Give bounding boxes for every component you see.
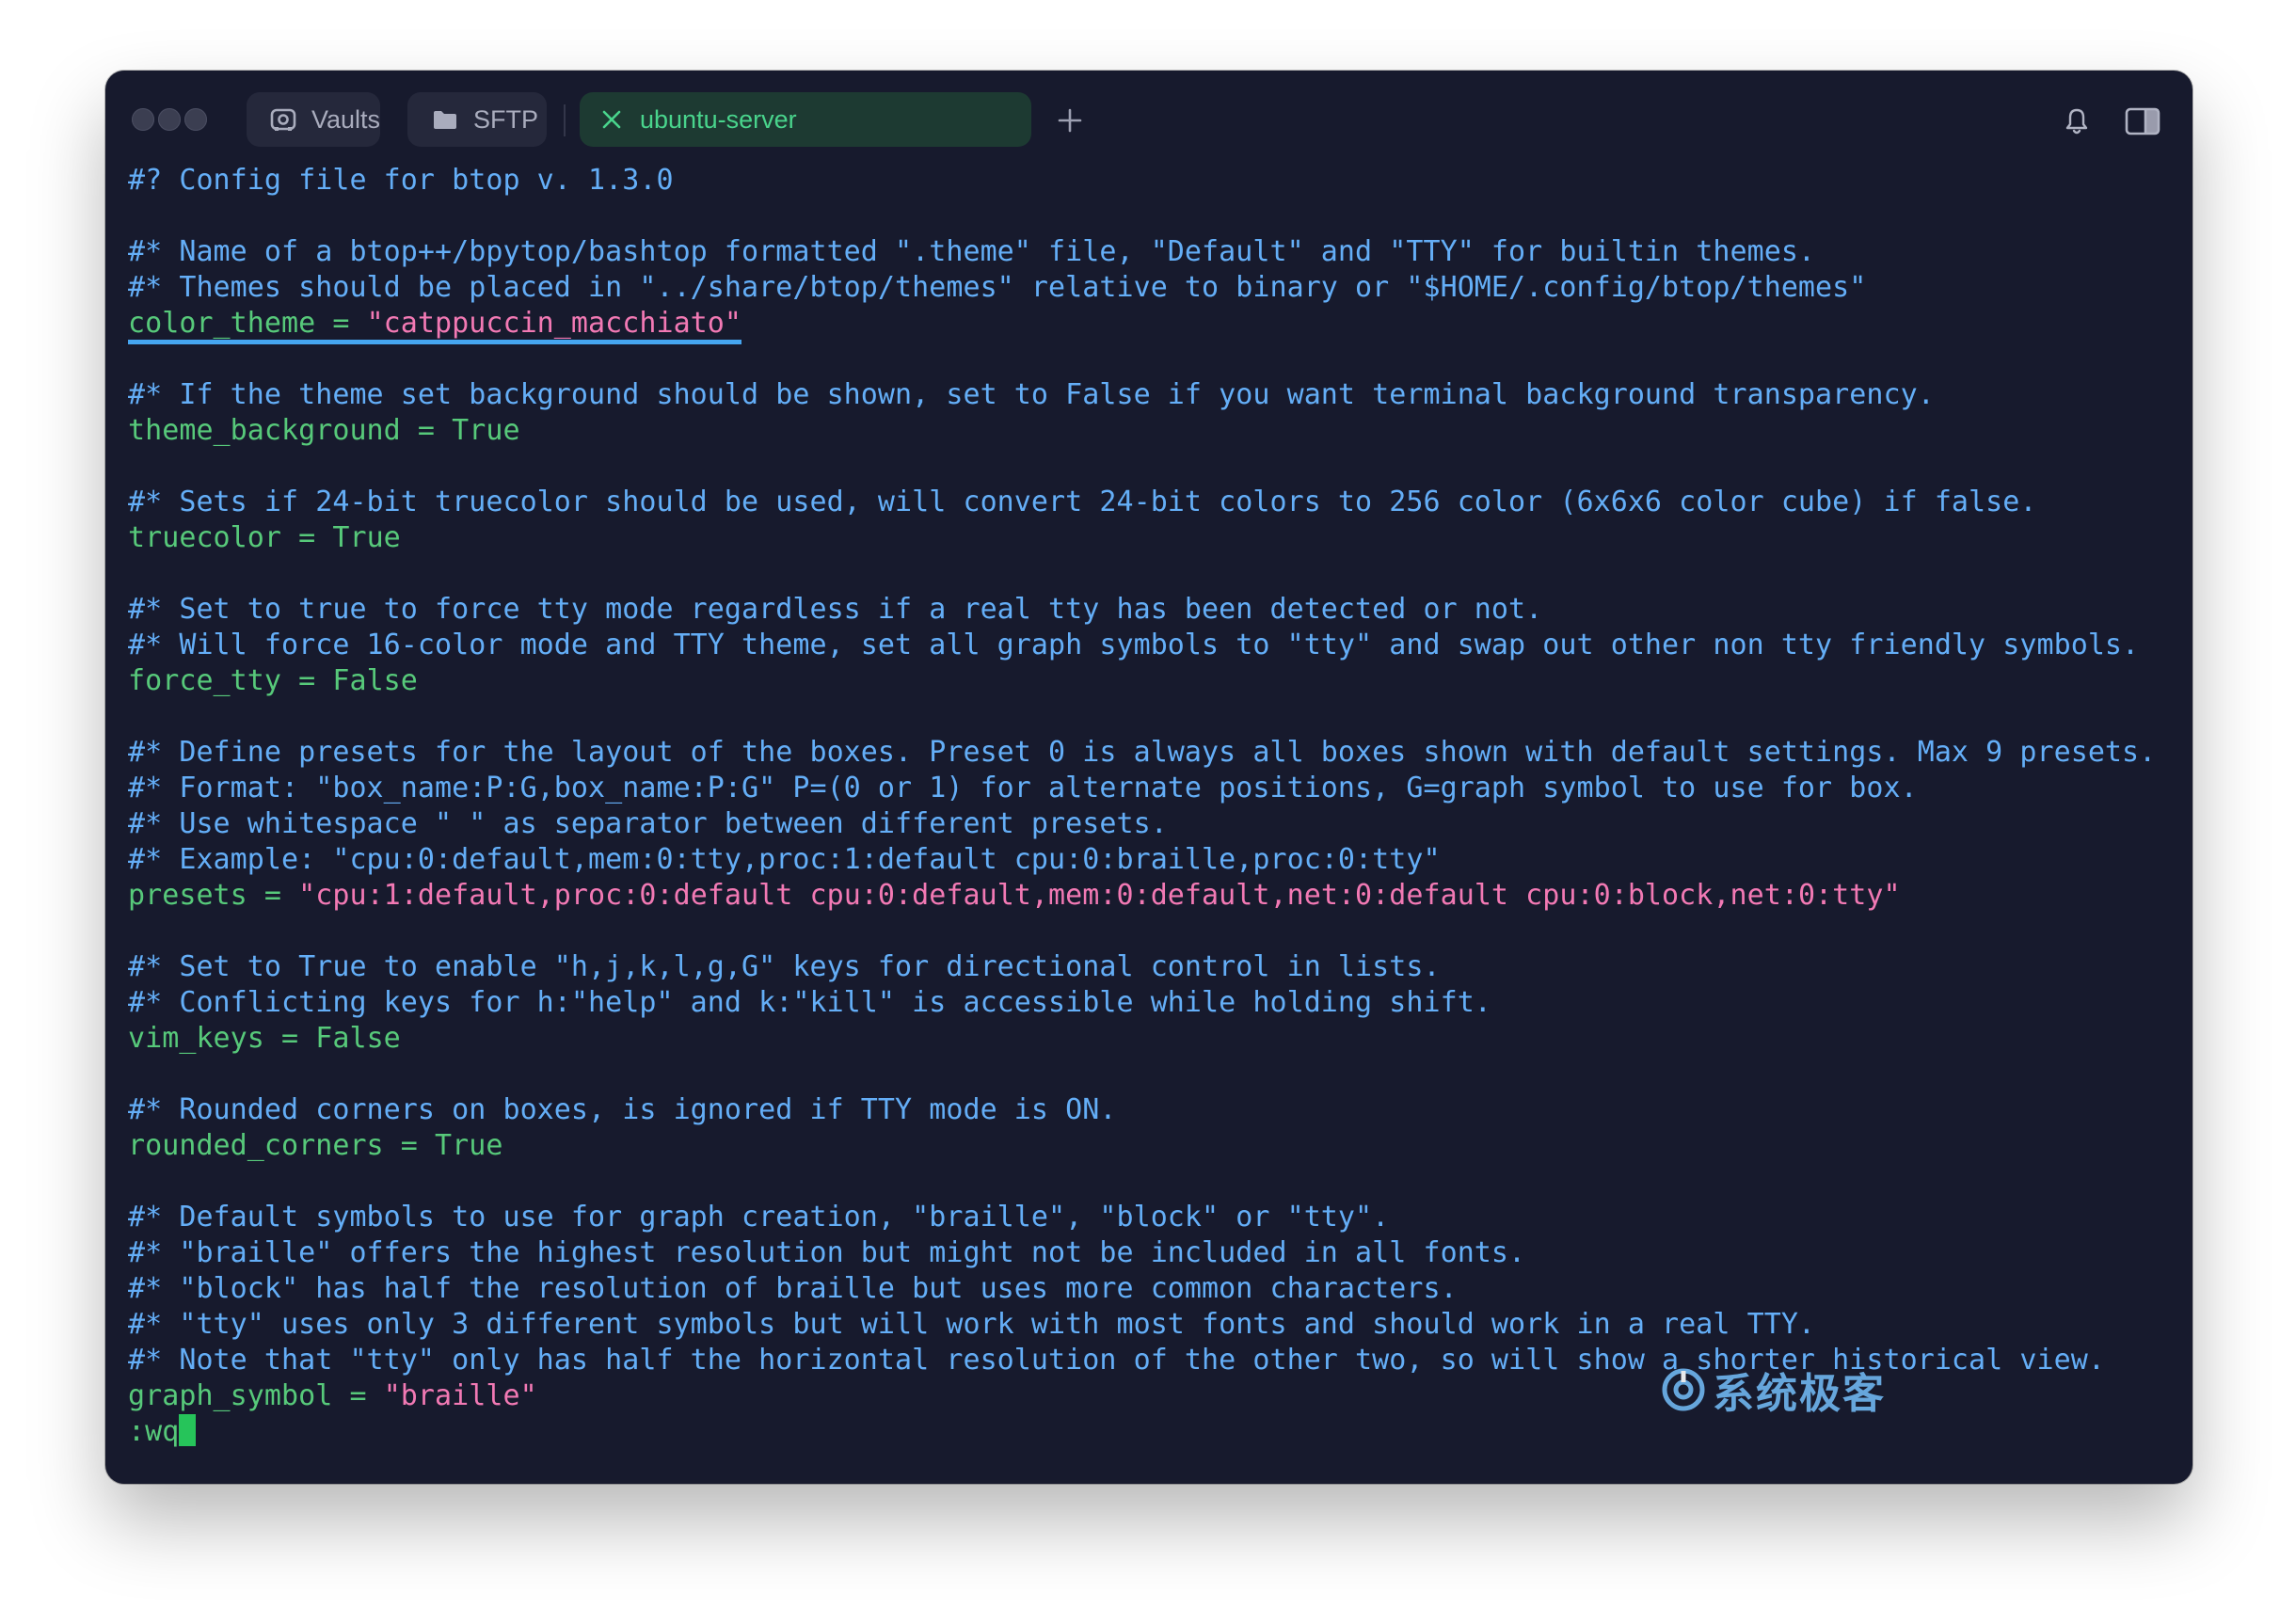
comment-line: #* Set to True to enable "h,j,k,l,g,G" k…	[128, 950, 1441, 983]
notifications-button[interactable]	[2060, 103, 2094, 140]
setting-value: True	[435, 1129, 503, 1162]
comment-line: #* Default symbols to use for graph crea…	[128, 1201, 1390, 1234]
sidebar-toggle-button[interactable]	[2124, 103, 2161, 140]
titlebar: Vaults SFTP ubuntu-server	[105, 71, 2192, 170]
setting-value: "cpu:1:default,proc:0:default cpu:0:defa…	[298, 879, 1901, 912]
setting-line: color_theme = "catppuccin_macchiato"	[128, 306, 2183, 344]
sidebar-toggle-icon	[2125, 107, 2160, 135]
watermark: 系统极客	[1660, 1360, 1886, 1420]
minimize-window-button[interactable]	[158, 108, 181, 131]
watermark-text: 系统极客	[1713, 1370, 1886, 1418]
tab-sftp[interactable]: SFTP	[407, 92, 547, 147]
setting-value: False	[332, 664, 418, 697]
comment-line: #* Will force 16-color mode and TTY them…	[128, 629, 2140, 661]
comment-line: #* Conflicting keys for h:"help" and k:"…	[128, 986, 1491, 1019]
setting-line: vim_keys = False	[128, 1021, 2183, 1057]
setting-value: False	[315, 1022, 401, 1055]
setting-key: rounded_corners =	[128, 1129, 436, 1162]
comment-line: #* If the theme set background should be…	[128, 378, 1935, 411]
comment-line: #* Define presets for the layout of the …	[128, 736, 2157, 769]
setting-line: truecolor = True	[128, 520, 2183, 556]
close-icon[interactable]	[597, 104, 627, 135]
tab-label: SFTP	[473, 104, 539, 134]
tab-separator	[564, 104, 566, 136]
plus-icon	[1058, 108, 1082, 133]
comment-line: #? Config file for btop v. 1.3.0	[128, 164, 674, 197]
setting-key: graph_symbol =	[128, 1379, 384, 1412]
setting-line: presets = "cpu:1:default,proc:0:default …	[128, 878, 2183, 914]
vault-icon	[269, 104, 298, 135]
close-window-button[interactable]	[132, 108, 154, 131]
folder-icon	[430, 104, 460, 135]
comment-line: #* Name of a btop++/bpytop/bashtop forma…	[128, 235, 1816, 268]
setting-key: color_theme =	[128, 307, 367, 340]
new-tab-button[interactable]	[1051, 102, 1089, 139]
command-text: :wq	[128, 1415, 180, 1448]
tab-ubuntu-server[interactable]: ubuntu-server	[580, 92, 1031, 147]
setting-line: theme_background = True	[128, 413, 2183, 449]
setting-key: presets =	[128, 879, 299, 912]
setting-key: truecolor =	[128, 521, 333, 554]
comment-line: #* Set to true to force tty mode regardl…	[128, 593, 1543, 626]
comment-line: #* Example: "cpu:0:default,mem:0:tty,pro…	[128, 843, 1441, 876]
comment-line: #* "tty" uses only 3 different symbols b…	[128, 1308, 1816, 1341]
terminal-output[interactable]: #? Config file for btop v. 1.3.0 #* Name …	[128, 163, 2183, 1450]
comment-line: #* Sets if 24-bit truecolor should be us…	[128, 486, 2037, 518]
comment-line: #* Format: "box_name:P:G,box_name:P:G" P…	[128, 772, 1918, 804]
comment-line: #* "braille" offers the highest resoluti…	[128, 1236, 1526, 1269]
watermark-logo-icon	[1662, 1368, 1705, 1411]
text-cursor	[179, 1413, 197, 1446]
terminal-window: Vaults SFTP ubuntu-server #? Config file…	[105, 71, 2192, 1484]
tab-vaults[interactable]: Vaults	[247, 92, 380, 147]
highlighted-setting: color_theme = "catppuccin_macchiato"	[128, 307, 742, 344]
tab-label: Vaults	[311, 104, 380, 134]
setting-key: theme_background =	[128, 414, 453, 447]
setting-value: True	[332, 521, 401, 554]
comment-line: #* "block" has half the resolution of br…	[128, 1272, 1458, 1305]
setting-key: force_tty =	[128, 664, 333, 697]
setting-value: "catppuccin_macchiato"	[366, 307, 742, 340]
setting-value: "braille"	[383, 1379, 537, 1412]
bell-icon	[2065, 108, 2088, 135]
comment-line: #* Use whitespace " " as separator betwe…	[128, 807, 1168, 840]
setting-value: True	[452, 414, 520, 447]
comment-line: #* Rounded corners on boxes, is ignored …	[128, 1093, 1117, 1126]
setting-line: rounded_corners = True	[128, 1128, 2183, 1164]
setting-key: vim_keys =	[128, 1022, 316, 1055]
tab-label: ubuntu-server	[640, 104, 797, 134]
comment-line: #* Themes should be placed in "../share/…	[128, 271, 1867, 304]
zoom-window-button[interactable]	[184, 108, 207, 131]
setting-line: force_tty = False	[128, 663, 2183, 699]
